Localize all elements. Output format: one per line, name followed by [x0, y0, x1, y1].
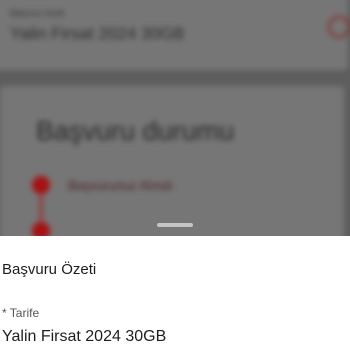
dimmed-background: Başvuru özeti Yalin Firsat 2024 30GB Baş… [0, 0, 350, 236]
tariff-field-value: Yalin Firsat 2024 30GB [2, 328, 167, 345]
status-card: Başvuru durumu Başvurunuz Alındı [0, 86, 344, 236]
status-heading: Başvuru durumu [36, 116, 235, 146]
tariff-card-label: Başvuru özeti [10, 8, 65, 18]
step-dot-icon [32, 222, 50, 236]
blurred-content: Başvuru özeti Yalin Firsat 2024 30GB Baş… [0, 0, 350, 236]
bottom-sheet: Başvuru Özeti * Tarife Yalin Firsat 2024… [0, 236, 350, 350]
sheet-drag-handle[interactable] [157, 223, 193, 227]
tariff-card-value: Yalin Firsat 2024 30GB [10, 24, 185, 43]
sheet-title: Başvuru Özeti [2, 261, 97, 278]
card-action-icon [328, 16, 350, 38]
step-1-label: Başvurunuz Alındı [68, 178, 173, 193]
tariff-summary-card: Başvuru özeti Yalin Firsat 2024 30GB [0, 0, 350, 70]
tariff-field-label: * Tarife [2, 306, 40, 320]
